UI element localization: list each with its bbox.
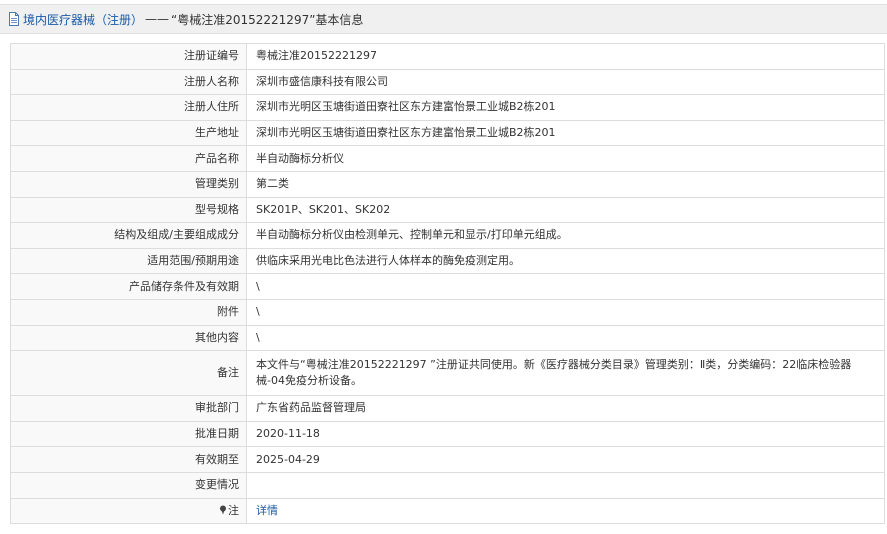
row-value: 2020-11-18 (246, 420, 885, 448)
pin-icon (220, 505, 226, 515)
row-value (246, 471, 885, 499)
row-value: SK201P、SK201、SK202 (246, 196, 885, 224)
table-row: 生产地址 深圳市光明区玉塘街道田寮社区东方建富怡景工业城B2栋201 (10, 119, 885, 147)
row-label: 生产地址 (10, 119, 247, 147)
row-value: 深圳市光明区玉塘街道田寮社区东方建富怡景工业城B2栋201 (246, 119, 885, 147)
row-label: 结构及组成/主要组成成分 (10, 222, 247, 249)
row-label: 注册人名称 (10, 68, 247, 96)
table-row: 注 详情 (10, 497, 885, 525)
table-row: 有效期至 2025-04-29 (10, 446, 885, 473)
row-label: 变更情况 (10, 471, 247, 499)
table-row: 产品储存条件及有效期 \ (10, 273, 885, 300)
note-value-cell: 详情 (246, 497, 885, 525)
row-value: \ (246, 273, 885, 300)
page-title-bar: 境内医疗器械（注册） —— “粤械注准20152221297”基本信息 (0, 4, 887, 34)
row-value: 2025-04-29 (246, 446, 885, 473)
row-label: 注册人住所 (10, 94, 247, 121)
row-value: 半自动酶标分析仪由检测单元、控制单元和显示/打印单元组成。 (246, 222, 885, 249)
row-label: 附件 (10, 298, 247, 326)
row-value: \ (246, 298, 885, 326)
category-link[interactable]: 境内医疗器械（注册） (23, 11, 143, 28)
row-label: 产品储存条件及有效期 (10, 273, 247, 300)
table-row: 注册证编号 粤械注准20152221297 (10, 43, 885, 70)
note-label-cell: 注 (10, 497, 247, 525)
note-label: 注 (228, 503, 239, 517)
row-value: 本文件与“粤械注准20152221297 ”注册证共同使用。新《医疗器械分类目录… (246, 350, 885, 397)
row-value: 粤械注准20152221297 (246, 43, 885, 70)
details-link[interactable]: 详情 (256, 504, 278, 517)
row-label: 批准日期 (10, 420, 247, 448)
row-label: 型号规格 (10, 196, 247, 224)
table-row: 注册人名称 深圳市盛信康科技有限公司 (10, 68, 885, 96)
row-label: 产品名称 (10, 145, 247, 172)
row-label: 管理类别 (10, 170, 247, 198)
row-value: 第二类 (246, 170, 885, 198)
row-label: 有效期至 (10, 446, 247, 473)
row-value: \ (246, 324, 885, 352)
row-value: 深圳市盛信康科技有限公司 (246, 68, 885, 96)
row-label: 审批部门 (10, 395, 247, 422)
page-title: “粤械注准20152221297”基本信息 (171, 12, 364, 27)
table-row: 备注 本文件与“粤械注准20152221297 ”注册证共同使用。新《医疗器械分… (10, 350, 885, 397)
document-icon (9, 12, 19, 26)
row-label: 注册证编号 (10, 43, 247, 70)
table-row: 注册人住所 深圳市光明区玉塘街道田寮社区东方建富怡景工业城B2栋201 (10, 94, 885, 121)
table-row: 其他内容 \ (10, 324, 885, 352)
table-row: 管理类别 第二类 (10, 170, 885, 198)
table-row: 附件 \ (10, 298, 885, 326)
row-label: 适用范围/预期用途 (10, 247, 247, 275)
row-value: 广东省药品监督管理局 (246, 395, 885, 422)
row-label: 其他内容 (10, 324, 247, 352)
table-row: 适用范围/预期用途 供临床采用光电比色法进行人体样本的酶免疫测定用。 (10, 247, 885, 275)
row-value: 供临床采用光电比色法进行人体样本的酶免疫测定用。 (246, 247, 885, 275)
table-row: 型号规格 SK201P、SK201、SK202 (10, 196, 885, 224)
title-separator: —— (145, 12, 170, 26)
table-row: 变更情况 (10, 471, 885, 499)
info-table: 注册证编号 粤械注准20152221297 注册人名称 深圳市盛信康科技有限公司… (10, 43, 885, 525)
table-row: 结构及组成/主要组成成分 半自动酶标分析仪由检测单元、控制单元和显示/打印单元组… (10, 222, 885, 249)
row-value: 深圳市光明区玉塘街道田寮社区东方建富怡景工业城B2栋201 (246, 94, 885, 121)
table-row: 批准日期 2020-11-18 (10, 420, 885, 448)
row-value: 半自动酶标分析仪 (246, 145, 885, 172)
table-row: 产品名称 半自动酶标分析仪 (10, 145, 885, 172)
table-row: 审批部门 广东省药品监督管理局 (10, 395, 885, 422)
row-label: 备注 (10, 350, 247, 397)
